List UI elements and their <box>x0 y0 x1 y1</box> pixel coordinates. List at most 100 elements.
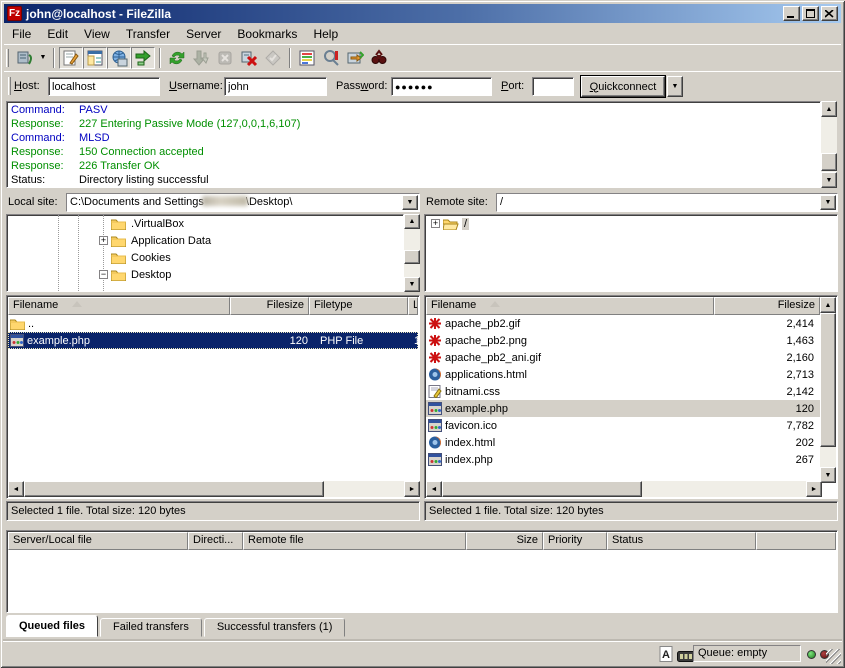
local-tree-scrollbar[interactable]: ▲ ▼ <box>404 214 420 292</box>
scroll-up-button[interactable]: ▲ <box>821 101 837 117</box>
maximize-button[interactable] <box>802 6 819 21</box>
scroll-down-button[interactable]: ▼ <box>821 172 837 188</box>
synchronized-browsing-icon <box>346 49 364 67</box>
column-header-direction[interactable]: Directi... <box>188 532 243 550</box>
toggle-local-tree-button[interactable] <box>83 47 107 69</box>
scroll-thumb[interactable] <box>24 481 324 497</box>
synchronized-browsing-button[interactable] <box>343 47 367 69</box>
menu-transfer[interactable]: Transfer <box>118 26 178 42</box>
close-button[interactable] <box>821 6 838 21</box>
column-header-priority[interactable]: Priority <box>543 532 607 550</box>
remote-hscrollbar[interactable]: ◄ ► <box>426 481 822 497</box>
menu-server[interactable]: Server <box>178 26 229 42</box>
host-input[interactable] <box>48 77 160 96</box>
toggle-remote-tree-button[interactable] <box>107 47 131 69</box>
tree-item-application-data[interactable]: + Application Data <box>7 232 403 249</box>
image-file-icon <box>428 334 442 347</box>
column-header-filename[interactable]: Filename <box>426 297 714 315</box>
password-input[interactable] <box>391 77 492 96</box>
file-row[interactable]: bitnami.css2,142 <box>426 383 822 400</box>
disconnect-button[interactable] <box>237 47 261 69</box>
tab-failed-transfers[interactable]: Failed transfers <box>100 618 202 637</box>
column-header-filename[interactable]: Filename <box>8 297 230 315</box>
menu-file[interactable]: File <box>4 26 39 42</box>
scroll-up-button[interactable]: ▲ <box>404 214 420 229</box>
combo-dropdown-button[interactable]: ▼ <box>402 195 418 210</box>
file-row-selected[interactable]: example.php120 <box>426 400 822 417</box>
site-manager-dropdown[interactable]: ▼ <box>37 47 49 69</box>
column-header-size[interactable]: Size <box>466 532 543 550</box>
column-header-lastmodified[interactable]: L <box>408 297 418 315</box>
local-tree-icon <box>86 49 104 67</box>
scroll-down-button[interactable]: ▼ <box>820 467 836 483</box>
local-hscrollbar[interactable]: ◄ ► <box>8 481 420 497</box>
column-header-filetype[interactable]: Filetype <box>309 297 408 315</box>
file-row[interactable]: apache_pb2.gif2,414 <box>426 315 822 332</box>
scroll-right-button[interactable]: ► <box>404 481 420 497</box>
menu-help[interactable]: Help <box>305 26 346 42</box>
expand-icon[interactable]: + <box>431 219 440 228</box>
scroll-thumb[interactable] <box>821 153 837 171</box>
column-header-filesize[interactable]: Filesize <box>230 297 309 315</box>
cancel-operation-button[interactable] <box>213 47 237 69</box>
scroll-left-button[interactable]: ◄ <box>8 481 24 497</box>
column-header-remote-file[interactable]: Remote file <box>243 532 466 550</box>
tree-item-virtualbox[interactable]: .VirtualBox <box>7 215 403 232</box>
remote-site-combobox[interactable]: / ▼ <box>496 193 838 212</box>
process-queue-button[interactable] <box>189 47 213 69</box>
file-row[interactable]: index.php267 <box>426 451 822 468</box>
scroll-thumb[interactable] <box>820 313 836 447</box>
directory-filters-button[interactable] <box>295 47 319 69</box>
column-header-server-local-file[interactable]: Server/Local file <box>8 532 188 550</box>
resize-grip[interactable] <box>826 649 841 664</box>
find-files-button[interactable] <box>367 47 391 69</box>
column-header-filesize[interactable]: Filesize <box>714 297 820 315</box>
refresh-button[interactable] <box>165 47 189 69</box>
file-row-selected[interactable]: example.php 120 PHP File 1 <box>8 332 418 349</box>
combo-dropdown-button[interactable]: ▼ <box>820 195 836 210</box>
file-row[interactable]: favicon.ico7,782 <box>426 417 822 434</box>
transfer-type-icon[interactable]: A <box>659 646 674 667</box>
menu-bookmarks[interactable]: Bookmarks <box>229 26 305 42</box>
message-log-icon <box>62 49 80 67</box>
tab-successful-transfers[interactable]: Successful transfers (1) <box>204 618 346 637</box>
quickconnect-button[interactable]: Quickconnect <box>581 76 665 97</box>
toggle-message-log-button[interactable] <box>59 47 83 69</box>
menu-view[interactable]: View <box>76 26 118 42</box>
tree-item-desktop[interactable]: − Desktop <box>7 266 403 283</box>
tab-queued-files[interactable]: Queued files <box>6 615 98 637</box>
tree-item-cookies[interactable]: Cookies <box>7 249 403 266</box>
filezilla-logo-icon: Fz <box>7 6 22 21</box>
site-manager-button[interactable] <box>13 47 37 69</box>
toggle-transfer-queue-button[interactable] <box>131 47 155 69</box>
scroll-left-button[interactable]: ◄ <box>426 481 442 497</box>
file-row[interactable]: applications.html2,713 <box>426 366 822 383</box>
local-site-combobox[interactable]: C:\Documents and Settings\Desktop\ ▼ <box>66 193 420 212</box>
compare-directories-button[interactable] <box>319 47 343 69</box>
minimize-button[interactable] <box>783 6 800 21</box>
scroll-thumb[interactable] <box>404 250 420 264</box>
file-row[interactable]: apache_pb2_ani.gif2,160 <box>426 349 822 366</box>
folder-icon <box>111 252 126 264</box>
html-file-icon <box>428 368 442 381</box>
menu-edit[interactable]: Edit <box>39 26 76 42</box>
collapse-icon[interactable]: − <box>99 270 108 279</box>
expand-icon[interactable]: + <box>99 236 108 245</box>
tree-item-root[interactable]: + / <box>425 215 837 232</box>
reconnect-button[interactable] <box>261 47 285 69</box>
scroll-up-button[interactable]: ▲ <box>820 297 836 313</box>
toolbar-separator <box>289 48 291 68</box>
username-input[interactable] <box>224 77 327 96</box>
scroll-right-button[interactable]: ► <box>806 481 822 497</box>
log-scrollbar[interactable]: ▲ ▼ <box>821 101 837 188</box>
window-title: john@localhost - FileZilla <box>26 7 783 21</box>
quickconnect-dropdown[interactable]: ▼ <box>667 76 683 97</box>
file-row[interactable]: index.html202 <box>426 434 822 451</box>
remote-vscrollbar[interactable]: ▲ ▼ <box>820 297 836 483</box>
column-header-status[interactable]: Status <box>607 532 756 550</box>
file-row-parent[interactable]: .. <box>8 315 418 332</box>
scroll-thumb[interactable] <box>442 481 642 497</box>
port-input[interactable] <box>532 77 574 96</box>
scroll-down-button[interactable]: ▼ <box>404 277 420 292</box>
file-row[interactable]: apache_pb2.png1,463 <box>426 332 822 349</box>
